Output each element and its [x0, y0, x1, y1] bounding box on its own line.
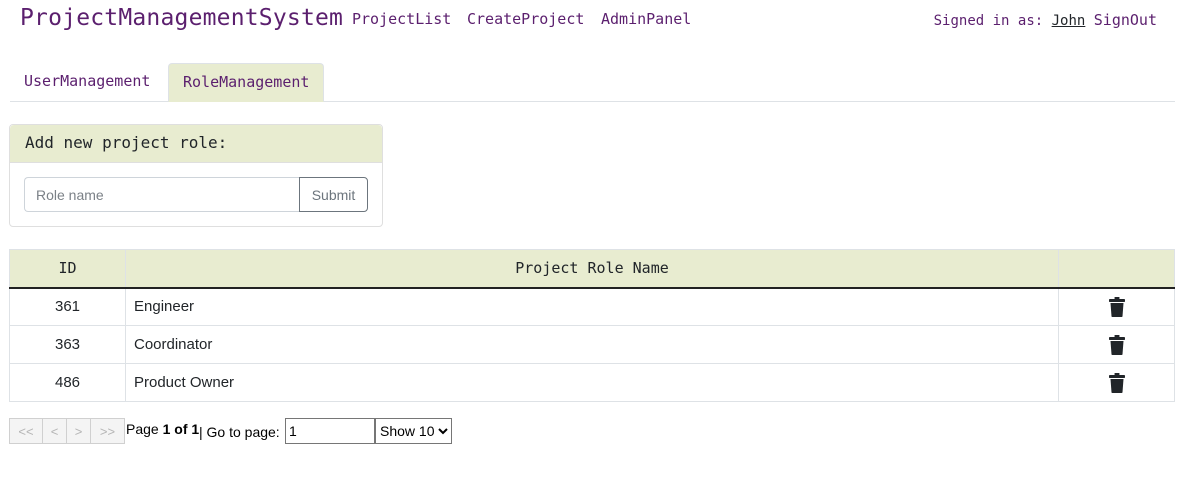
page-size-select[interactable]: Show 10	[375, 418, 452, 444]
page-indicator: Page 1 of 1	[126, 421, 199, 437]
row-id: 361	[9, 287, 126, 326]
table-header-row: ID Project Role Name	[9, 249, 1175, 289]
nav-create-project[interactable]: CreateProject	[467, 10, 584, 28]
table-row: 486 Product Owner	[9, 363, 1175, 402]
navbar: ProjectManagementSystem ProjectList Crea…	[0, 0, 1194, 40]
roles-table-wrap: ID Project Role Name 361 Engineer 363 Co…	[9, 249, 1175, 402]
add-role-title: Add new project role:	[10, 125, 382, 163]
nav-admin-panel[interactable]: AdminPanel	[601, 10, 691, 28]
prev-page-button[interactable]: <	[42, 418, 67, 444]
row-actions	[1058, 363, 1175, 402]
next-page-button[interactable]: >	[66, 418, 91, 444]
submit-button[interactable]: Submit	[299, 177, 368, 212]
add-role-card: Add new project role: Submit	[9, 124, 383, 227]
current-user-link[interactable]: John	[1052, 13, 1086, 29]
goto-label: | Go to page:	[199, 424, 280, 440]
page-current: 1 of 1	[162, 421, 200, 437]
trash-icon[interactable]	[1108, 372, 1125, 393]
trash-icon[interactable]	[1108, 334, 1125, 355]
role-name-input[interactable]	[24, 177, 300, 212]
last-page-button[interactable]: >>	[90, 418, 125, 444]
row-role-name: Product Owner	[125, 363, 1059, 402]
row-role-name: Coordinator	[125, 325, 1059, 364]
admin-tabs: UserManagement RoleManagement	[10, 63, 1175, 102]
goto-page-input[interactable]	[285, 418, 375, 444]
row-id: 486	[9, 363, 126, 402]
row-actions	[1058, 325, 1175, 364]
page-prefix: Page	[126, 421, 159, 437]
trash-icon[interactable]	[1108, 296, 1125, 317]
signout-link[interactable]: SignOut	[1094, 11, 1157, 29]
header-role-name: Project Role Name	[125, 249, 1059, 289]
row-role-name: Engineer	[125, 287, 1059, 326]
first-page-button[interactable]: <<	[9, 418, 43, 444]
tab-user-management[interactable]: UserManagement	[10, 63, 164, 102]
table-row: 361 Engineer	[9, 287, 1175, 326]
row-id: 363	[9, 325, 126, 364]
brand-link[interactable]: ProjectManagementSystem	[20, 5, 343, 31]
signed-in-label: Signed in as:	[933, 13, 1044, 29]
header-actions	[1058, 249, 1175, 289]
signed-in-area: Signed in as: John SignOut	[934, 11, 1157, 29]
roles-table: ID Project Role Name 361 Engineer 363 Co…	[9, 249, 1175, 402]
tab-role-management[interactable]: RoleManagement	[168, 63, 325, 102]
row-actions	[1058, 287, 1175, 326]
table-row: 363 Coordinator	[9, 325, 1175, 364]
nav-project-list[interactable]: ProjectList	[352, 10, 451, 28]
header-id: ID	[9, 249, 126, 289]
